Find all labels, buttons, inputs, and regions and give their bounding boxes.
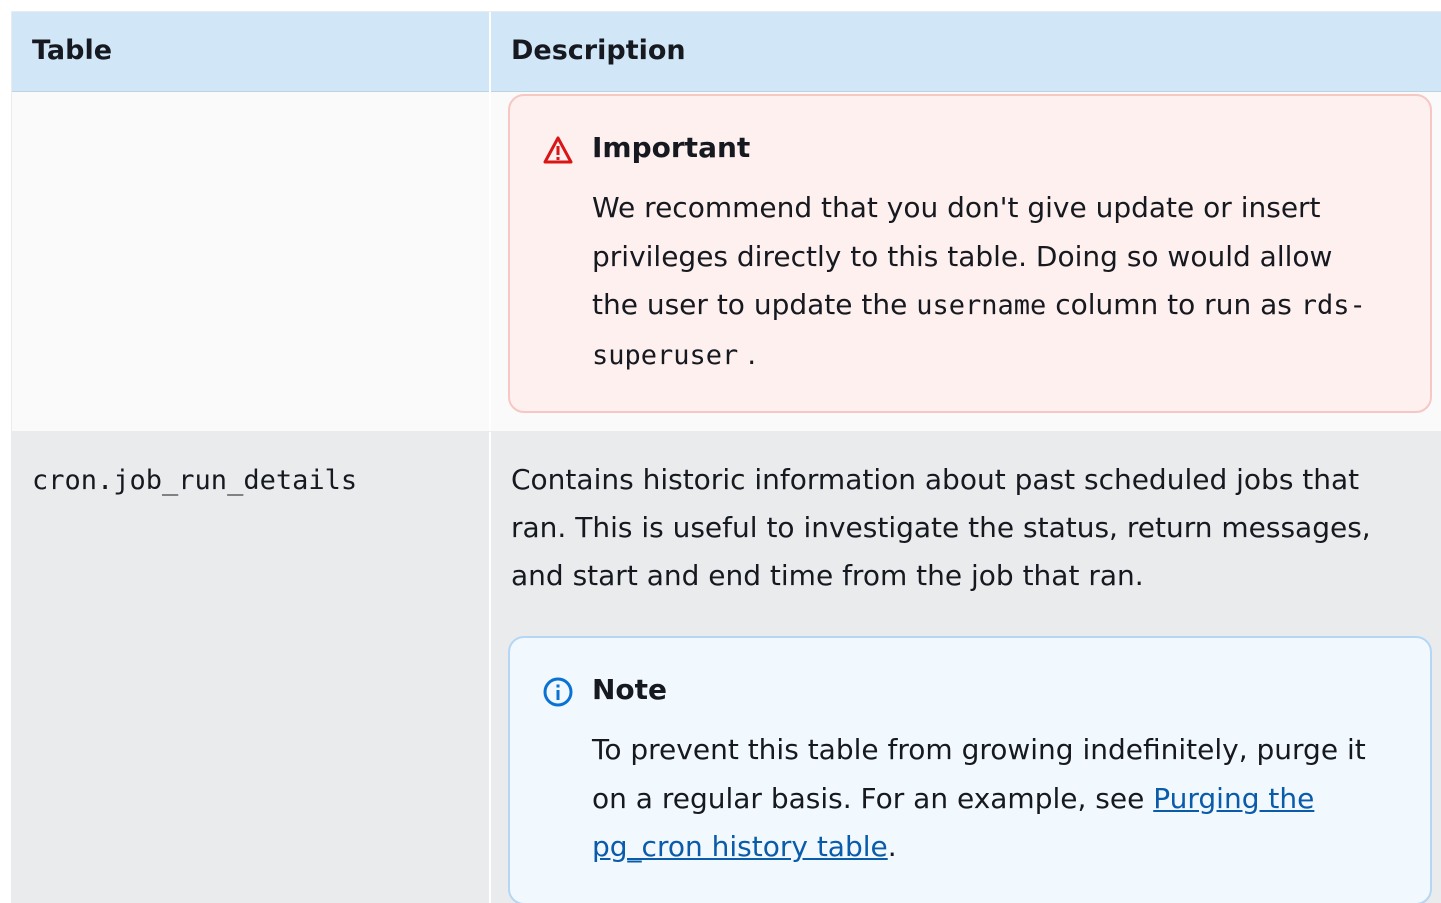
- inline-code-username: username: [916, 290, 1047, 321]
- callout-text: .: [738, 337, 757, 371]
- callout-text: column to run as: [1046, 288, 1301, 321]
- docs-page: Table Description Important We recommend…: [0, 0, 1441, 903]
- table-name-cell: cron.job_run_details: [32, 465, 358, 496]
- callout-title: Important: [592, 131, 751, 164]
- table-header: Table Description: [12, 12, 1441, 92]
- callout-text: .: [887, 830, 897, 863]
- callout-title: Note: [592, 673, 668, 706]
- table-row: Important We recommend that you don't gi…: [12, 92, 1441, 432]
- column-divider: [489, 432, 491, 903]
- callout-body: We recommend that you don't give update …: [592, 184, 1382, 380]
- warning-triangle-icon: [542, 134, 574, 166]
- info-circle-icon: [542, 676, 574, 708]
- column-header-table: Table: [32, 35, 113, 66]
- callout-body: To prevent this table from growing indef…: [592, 726, 1382, 872]
- cron-tables-table: Table Description Important We recommend…: [11, 11, 1441, 903]
- note-callout: Note To prevent this table from growing …: [508, 636, 1432, 903]
- column-divider: [489, 92, 491, 431]
- important-callout: Important We recommend that you don't gi…: [508, 94, 1432, 413]
- column-divider: [489, 12, 491, 92]
- column-header-description: Description: [511, 35, 686, 66]
- table-row: cron.job_run_details Contains historic i…: [12, 432, 1441, 903]
- description-cell: Contains historic information about past…: [511, 463, 1371, 592]
